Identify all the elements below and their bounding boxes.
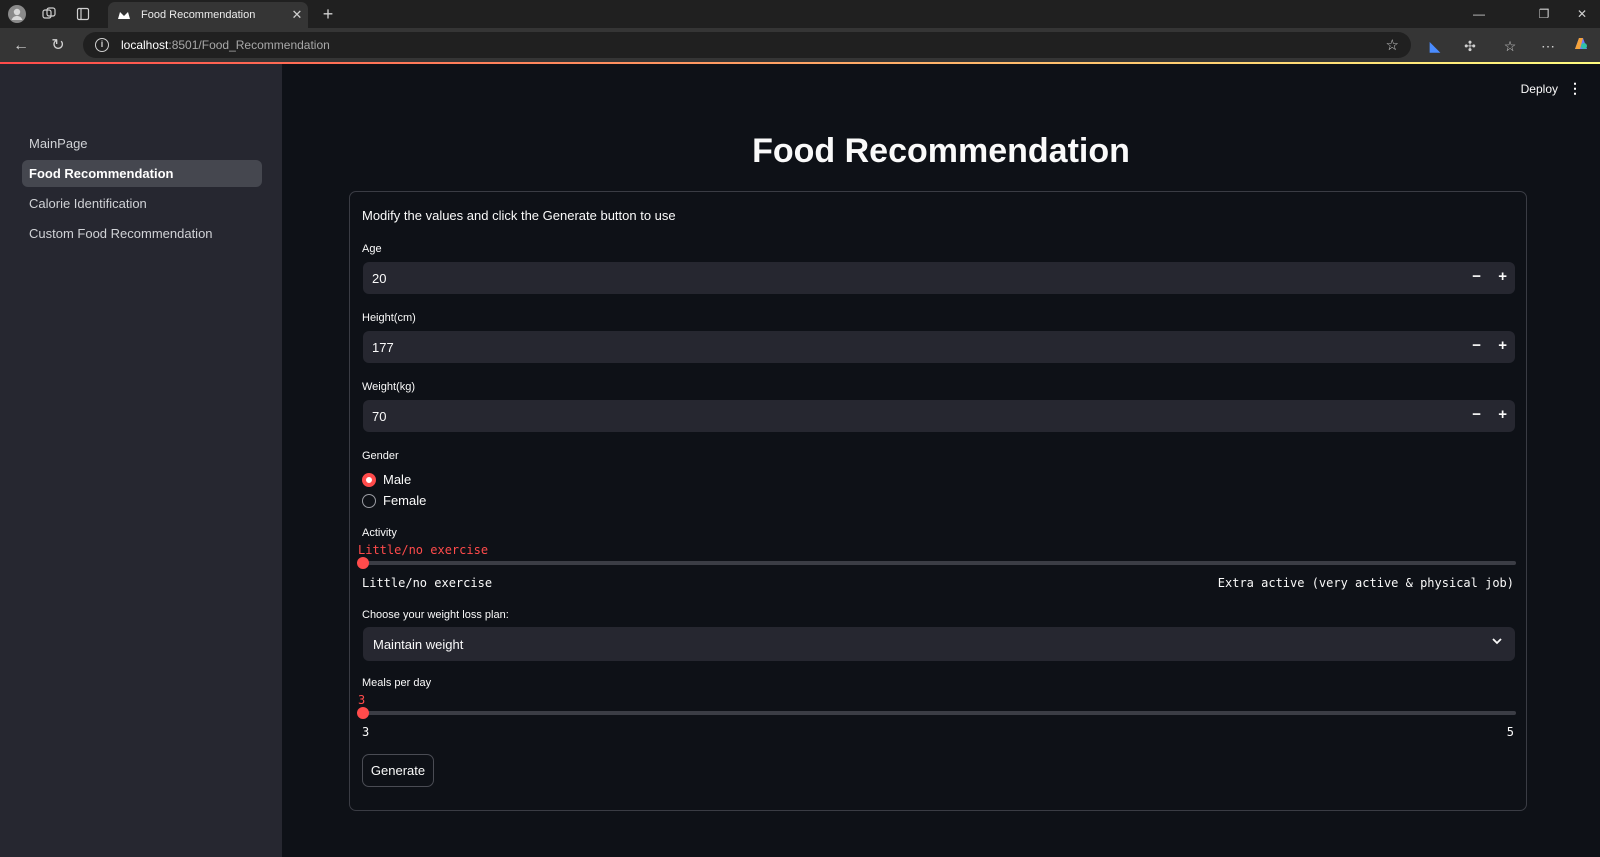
activity-slider-track[interactable] <box>362 561 1516 565</box>
sidebar-item-food-recommendation[interactable]: Food Recommendation <box>22 160 262 187</box>
sidebar-nav: MainPage Food Recommendation Calorie Ide… <box>22 130 262 250</box>
profile-icon[interactable] <box>7 4 27 24</box>
gender-option-female[interactable]: Female <box>362 493 426 508</box>
meals-slider-track[interactable] <box>362 711 1516 715</box>
height-label: Height(cm) <box>362 312 416 324</box>
activity-max-label: Extra active (very active & physical job… <box>1217 576 1514 590</box>
url-host: localhost <box>121 38 169 52</box>
page-title: Food Recommendation <box>752 132 1130 170</box>
minimize-icon[interactable]: — <box>1469 4 1489 24</box>
gender-option-label: Male <box>383 472 412 487</box>
main-menu-icon[interactable]: ⋮ <box>1568 81 1582 95</box>
height-value: 177 <box>372 340 394 355</box>
generate-button[interactable]: Generate <box>362 754 434 787</box>
favorite-star-icon[interactable]: ☆ <box>1386 36 1399 54</box>
new-tab-icon[interactable]: + <box>318 4 338 24</box>
weight-label: Weight(kg) <box>362 381 415 393</box>
age-value: 20 <box>372 271 387 286</box>
weight-plan-select[interactable]: Maintain weight <box>363 627 1515 661</box>
refresh-icon[interactable]: ↻ <box>47 35 69 57</box>
gender-label: Gender <box>362 450 399 462</box>
active-tab[interactable]: Food Recommendation ✕ <box>108 2 308 28</box>
gender-option-male[interactable]: Male <box>362 472 411 487</box>
activity-slider-thumb[interactable] <box>357 557 369 569</box>
extension-icon[interactable]: ◣ <box>1424 35 1446 57</box>
address-bar[interactable]: i localhost:8501/Food_Recommendation ☆ <box>83 32 1411 58</box>
meals-min-label: 3 <box>362 725 370 739</box>
weight-input[interactable]: 70 − + <box>363 400 1515 432</box>
back-icon[interactable]: ← <box>10 35 32 57</box>
height-input[interactable]: 177 − + <box>363 331 1515 363</box>
workspaces-icon[interactable] <box>39 4 59 24</box>
activity-label: Activity <box>362 527 397 539</box>
form-intro-text: Modify the values and click the Generate… <box>362 208 676 223</box>
height-decrement-button[interactable]: − <box>1472 337 1481 354</box>
plan-label: Choose your weight loss plan: <box>362 609 509 621</box>
tab-title: Food Recommendation <box>141 9 256 21</box>
copilot-icon[interactable] <box>1570 35 1592 57</box>
browser-toolbar: ← ↻ i localhost:8501/Food_Recommendation… <box>0 28 1600 62</box>
chevron-down-icon <box>1491 635 1503 650</box>
height-increment-button[interactable]: + <box>1498 337 1507 354</box>
close-window-icon[interactable]: ✕ <box>1572 4 1592 24</box>
sidebar-item-mainpage[interactable]: MainPage <box>22 130 262 157</box>
weight-value: 70 <box>372 409 387 424</box>
sidebar-item-calorie-identification[interactable]: Calorie Identification <box>22 190 262 217</box>
streamlit-favicon-icon <box>117 10 131 20</box>
close-tab-icon[interactable]: ✕ <box>286 7 308 23</box>
recommendation-form: Modify the values and click the Generate… <box>349 191 1527 811</box>
age-increment-button[interactable]: + <box>1498 268 1507 285</box>
favorites-icon[interactable]: ☆ <box>1499 35 1521 57</box>
sidebar: MainPage Food Recommendation Calorie Ide… <box>0 64 282 857</box>
meals-label: Meals per day <box>362 677 432 689</box>
meals-current-value: 3 <box>358 693 366 707</box>
extensions-puzzle-icon[interactable]: ✣ <box>1459 35 1481 57</box>
restore-icon[interactable]: ❐ <box>1534 4 1554 24</box>
meals-max-label: 5 <box>1506 725 1514 739</box>
age-decrement-button[interactable]: − <box>1472 268 1481 285</box>
activity-min-label: Little/no exercise <box>362 576 493 590</box>
sidebar-item-custom-food-recommendation[interactable]: Custom Food Recommendation <box>22 220 262 247</box>
tab-actions-icon[interactable] <box>73 4 93 24</box>
radio-unchecked-icon <box>362 493 376 508</box>
age-input[interactable]: 20 − + <box>363 262 1515 294</box>
weight-increment-button[interactable]: + <box>1498 406 1507 423</box>
radio-checked-icon <box>362 472 376 487</box>
site-info-icon[interactable]: i <box>95 38 109 52</box>
weight-decrement-button[interactable]: − <box>1472 406 1481 423</box>
plan-selected-value: Maintain weight <box>373 637 464 652</box>
main-content: Deploy ⋮ Food Recommendation Modify the … <box>282 64 1600 857</box>
activity-current-value: Little/no exercise <box>358 543 489 557</box>
deploy-button[interactable]: Deploy <box>1521 82 1558 96</box>
browser-tab-bar: Food Recommendation ✕ + — ❐ ✕ <box>0 0 1600 28</box>
meals-slider-thumb[interactable] <box>357 707 369 719</box>
more-menu-icon[interactable]: ⋯ <box>1537 35 1559 57</box>
gender-option-label: Female <box>383 493 427 508</box>
age-label: Age <box>362 243 382 255</box>
url-path: :8501/Food_Recommendation <box>168 38 330 52</box>
